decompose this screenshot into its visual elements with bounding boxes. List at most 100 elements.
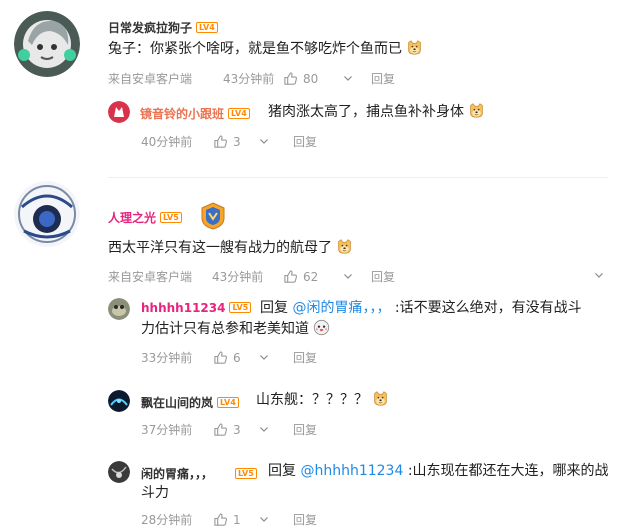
timestamp: 43分钟前 [212,270,264,284]
avatar-image [14,11,80,77]
like-count: 80 [303,71,319,86]
comment-text: 西太平洋只有这一艘有战力的航母了 [108,237,353,259]
caret-down-icon[interactable] [259,424,269,434]
reply-username[interactable]: 镜音铃的小跟班 LV4 [140,105,250,122]
username-text[interactable]: 镜音铃的小跟班 [140,107,224,121]
reply-body: :山东现在都还在大连，哪来的战 [407,463,609,479]
like-count: 3 [233,134,241,149]
comment-body: 兔子：你紧张个啥呀，就是鱼不够吃炸个鱼而已 [108,41,402,57]
comment-username[interactable]: 日常发疯拉狗子 LV4 [108,19,218,36]
comment-username[interactable]: 人理之光 LV5 [108,209,182,226]
reply-meta: 33分钟前 6 回复 [141,349,317,366]
like-button[interactable]: 62 [283,268,337,285]
like-button[interactable]: 6 [213,349,259,366]
like-count: 1 [233,512,241,527]
source-text: 来自安卓客户端 [108,72,193,86]
like-count: 62 [303,269,319,284]
timestamp: 43分钟前 [223,72,275,86]
thumbs-up-icon [213,512,228,527]
reply-text: 回复 @hhhhh11234 :山东现在都还在大连，哪来的战 [268,460,609,482]
reply-avatar[interactable] [108,298,130,320]
avatar-image [108,298,130,320]
divider [108,177,608,178]
reply-avatar[interactable] [108,390,130,412]
reply-text: 猪肉涨太高了，捕点鱼补补身体 [268,101,485,123]
reply-meta: 40分钟前 3 回复 [141,133,317,150]
reply-username[interactable]: 飘在山间的岚 LV4 [141,394,239,411]
like-count: 6 [233,350,241,365]
level-badge: LV4 [196,22,218,33]
reply-meta: 28分钟前 1 回复 [141,511,317,528]
caret-down-icon[interactable] [259,514,269,524]
like-button[interactable]: 3 [213,421,259,438]
reply-text-continued: 斗力 [141,482,169,504]
reply-link[interactable]: 回复 [371,70,395,87]
doge-emoji [406,39,423,56]
reply-text: 回复 @闲的胃痛，，， :话不要这么绝对，有没有战斗 [260,297,582,319]
avatar[interactable] [14,181,80,247]
caret-down-icon[interactable] [343,73,353,83]
reply-username[interactable]: hhhhh11234 LV5 [141,301,252,315]
thumbs-up-icon [213,350,228,365]
reply-avatar[interactable] [108,461,130,483]
like-button[interactable]: 1 [213,511,259,528]
username-text[interactable]: 闲的胃痛，，， [141,467,213,481]
comment-meta: 来自安卓客户端 43分钟前 80 回复 [108,70,395,87]
more-options-caret-icon[interactable] [594,270,604,280]
like-button[interactable]: 3 [213,133,259,150]
caret-down-icon[interactable] [259,136,269,146]
mention-link[interactable]: @闲的胃痛，，， [292,300,390,316]
caret-down-icon[interactable] [259,352,269,362]
reply-avatar[interactable] [108,101,130,123]
comment-meta: 来自安卓客户端 43分钟前 62 回复 [108,268,395,285]
avatar-image [108,390,130,412]
username-text[interactable]: 日常发疯拉狗子 [108,21,192,35]
reply-link[interactable]: 回复 [293,511,317,528]
reply-prefix: 回复 [268,463,296,479]
avatar[interactable] [14,11,80,77]
reply-link[interactable]: 回复 [293,349,317,366]
like-button[interactable]: 80 [283,70,337,87]
level-badge: LV4 [228,108,250,119]
reply-text: 山东舰：？？？？ [256,389,389,411]
username-text[interactable]: 人理之光 [108,211,156,225]
reply-meta: 37分钟前 3 回复 [141,421,317,438]
timestamp: 37分钟前 [141,423,193,437]
thumbs-up-icon [213,134,228,149]
avatar-image [108,101,130,123]
level-badge: LV5 [235,468,257,479]
username-text[interactable]: 飘在山间的岚 [141,396,213,410]
thumbs-up-icon [283,269,298,284]
face-emoji [313,319,330,336]
reply-body: 猪肉涨太高了，捕点鱼补补身体 [268,104,464,120]
level-badge: LV5 [160,212,182,223]
doge-emoji [372,390,389,407]
reply-link[interactable]: 回复 [293,421,317,438]
reply-link[interactable]: 回复 [371,268,395,285]
level-badge: LV4 [217,397,239,408]
comment-body: 西太平洋只有这一艘有战力的航母了 [108,240,332,256]
reply-prefix: 回复 [260,300,288,316]
thumbs-up-icon [213,422,228,437]
medal-badge-icon [201,202,225,230]
level-badge: LV5 [229,302,252,313]
comment-text: 兔子：你紧张个啥呀，就是鱼不够吃炸个鱼而已 [108,38,423,60]
reply-body: 斗力 [141,485,169,501]
reply-link[interactable]: 回复 [293,133,317,150]
thumbs-up-icon [283,71,298,86]
username-text[interactable]: hhhhh11234 [141,301,225,315]
doge-emoji [336,238,353,255]
mention-link[interactable]: @hhhhh11234 [300,463,403,479]
reply-username[interactable]: 闲的胃痛，，， LV5 [141,465,257,482]
reply-text-continued: 力估计只有总参和老美知道 [141,318,330,340]
doge-emoji [468,102,485,119]
source-text: 来自安卓客户端 [108,270,193,284]
reply-body: 力估计只有总参和老美知道 [141,321,309,337]
avatar-image [14,181,80,247]
timestamp: 40分钟前 [141,135,193,149]
reply-body: 山东舰：？？？？ [256,392,368,408]
caret-down-icon[interactable] [343,271,353,281]
avatar-image [108,461,130,483]
timestamp: 28分钟前 [141,513,193,527]
reply-body: :话不要这么绝对，有没有战斗 [394,300,582,316]
